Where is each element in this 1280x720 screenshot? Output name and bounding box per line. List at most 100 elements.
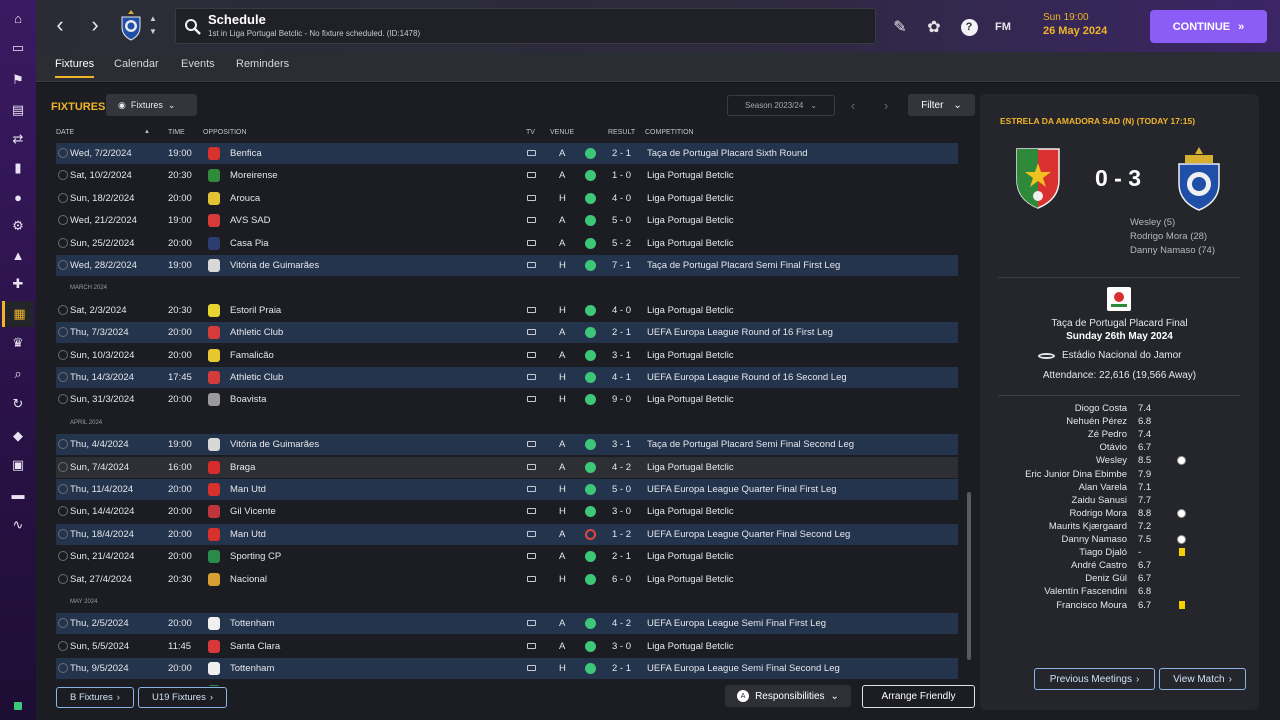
check-icon[interactable]: [58, 238, 68, 248]
player-rating-row[interactable]: Danny Namaso 7.5: [980, 534, 1259, 547]
fixture-opponent[interactable]: Arouca: [230, 193, 260, 204]
fixture-result[interactable]: 1 - 2: [612, 529, 631, 540]
fixture-row[interactable]: Sun, 7/4/2024 16:00 Braga A 4 - 2 Liga Portug…: [56, 457, 958, 478]
fixture-row[interactable]: Thu, 11/4/2024 20:00 Man Utd H 5 - 0 UEFA Eur…: [56, 479, 958, 500]
fixture-row[interactable]: Wed, 28/2/2024 19:00 Vitória de Guimarães H…: [56, 255, 958, 276]
search-icon[interactable]: ⌕: [8, 364, 28, 384]
check-icon[interactable]: [58, 439, 68, 449]
check-icon[interactable]: [58, 305, 68, 315]
continue-button[interactable]: CONTINUE »: [1150, 10, 1267, 43]
fixture-opponent[interactable]: Boavista: [230, 394, 266, 405]
player-rating-row[interactable]: Maurits Kjærgaard 7.2: [980, 521, 1259, 534]
fixture-opponent[interactable]: Tottenham: [230, 618, 274, 629]
fixture-row[interactable]: Sat, 10/2/2024 20:30 Moreirense A 1 - 0 Liga …: [56, 165, 958, 186]
competitions-icon[interactable]: ♛: [8, 333, 28, 353]
fixture-opponent[interactable]: Athletic Club: [230, 372, 283, 383]
editor-icon[interactable]: ✿: [924, 17, 944, 37]
u19-fixtures-button[interactable]: U19 Fixtures ›: [138, 687, 227, 708]
fixture-opponent[interactable]: Gil Vicente: [230, 506, 276, 517]
check-icon[interactable]: [58, 574, 68, 584]
fm-menu-button[interactable]: FM: [993, 17, 1013, 37]
fixture-opponent[interactable]: Santa Clara: [230, 641, 280, 652]
home-icon[interactable]: ⌂: [8, 8, 28, 28]
fixture-opponent[interactable]: Estoril Praia: [230, 305, 281, 316]
fixture-result[interactable]: 4 - 0: [612, 193, 631, 204]
player-rating-row[interactable]: Valentín Fascendini 6.8: [980, 586, 1259, 599]
fixture-row[interactable]: Sun, 21/4/2024 20:00 Sporting CP A 2 - 1 Liga…: [56, 546, 958, 567]
player-rating-row[interactable]: Francisco Moura 6.7: [980, 600, 1259, 613]
check-icon[interactable]: [58, 663, 68, 673]
check-icon[interactable]: [58, 372, 68, 382]
check-icon[interactable]: [58, 394, 68, 404]
fixture-result[interactable]: 3 - 0: [612, 506, 631, 517]
club-prev-icon[interactable]: ▲: [149, 14, 157, 23]
arrange-friendly-button[interactable]: Arrange Friendly: [862, 685, 975, 708]
fixture-row[interactable]: Thu, 18/4/2024 20:00 Man Utd A 1 - 2 UEFA Eur…: [56, 524, 958, 545]
check-icon[interactable]: [58, 506, 68, 516]
fixture-row[interactable]: Sat, 2/3/2024 20:30 Estoril Praia H 4 - 0 Lig…: [56, 300, 958, 321]
fixture-opponent[interactable]: Man Utd: [230, 529, 266, 540]
check-icon[interactable]: [58, 327, 68, 337]
prev-page-icon[interactable]: ‹: [840, 95, 866, 116]
transfers-icon[interactable]: ⇄: [8, 129, 28, 149]
finances-icon[interactable]: ▬: [8, 484, 28, 504]
fixture-row[interactable]: Thu, 2/5/2024 20:00 Tottenham A 4 - 2 UEFA Eu…: [56, 613, 958, 634]
check-icon[interactable]: [58, 641, 68, 651]
fixture-opponent[interactable]: Vitória de Guimarães: [230, 439, 319, 450]
player-rating-row[interactable]: Zaidu Sanusi 7.7: [980, 495, 1259, 508]
club-info-icon[interactable]: ◆: [8, 426, 28, 446]
fixture-result[interactable]: 5 - 0: [612, 484, 631, 495]
training-icon[interactable]: ⚙: [8, 216, 28, 236]
fixture-result[interactable]: 7 - 1: [612, 260, 631, 271]
fixture-opponent[interactable]: Casa Pia: [230, 238, 269, 249]
fixture-result[interactable]: 4 - 1: [612, 372, 631, 383]
fixture-row[interactable]: Sun, 25/2/2024 20:00 Casa Pia A 5 - 2 Liga Po…: [56, 233, 958, 254]
player-rating-row[interactable]: Tiago Djaló -: [980, 547, 1259, 560]
fixture-result[interactable]: 9 - 0: [612, 394, 631, 405]
player-rating-row[interactable]: Alan Varela 7.1: [980, 482, 1259, 495]
inbox-icon[interactable]: ▭: [8, 38, 28, 58]
fixture-opponent[interactable]: Athletic Club: [230, 327, 283, 338]
tab-events[interactable]: Events: [181, 58, 215, 76]
fixture-row[interactable]: Sun, 31/3/2024 20:00 Boavista H 9 - 0 Liga Po…: [56, 389, 958, 410]
header-tv[interactable]: TV: [526, 129, 535, 136]
header-venue[interactable]: VENUE: [550, 129, 574, 136]
refresh-icon[interactable]: ↻: [8, 394, 28, 414]
edit-icon[interactable]: ✎: [890, 17, 910, 37]
game-date[interactable]: Sun 19:00 26 May 2024: [1043, 12, 1107, 37]
check-icon[interactable]: [58, 529, 68, 539]
club-next-icon[interactable]: ▼: [149, 27, 157, 36]
filter-button[interactable]: Filter ⌄: [908, 94, 975, 116]
check-icon[interactable]: [58, 551, 68, 561]
staff-icon[interactable]: ▮: [8, 158, 28, 178]
forward-icon[interactable]: ›: [85, 14, 105, 36]
club-vision-icon[interactable]: ▣: [8, 455, 28, 475]
view-match-button[interactable]: View Match ›: [1159, 668, 1246, 690]
squad-icon[interactable]: ⚑: [8, 70, 28, 90]
player-rating-row[interactable]: Diogo Costa 7.4: [980, 403, 1259, 416]
fixture-row[interactable]: Sun, 5/5/2024 11:45 Santa Clara A 3 - 0 Liga …: [56, 636, 958, 657]
header-competition[interactable]: COMPETITION: [645, 129, 694, 136]
tactics-icon[interactable]: ▤: [8, 100, 28, 120]
check-icon[interactable]: [58, 618, 68, 628]
fixture-row[interactable]: Thu, 9/5/2024 20:00 Tottenham H 2 - 1 UEFA Eu…: [56, 658, 958, 679]
fixture-opponent[interactable]: Nacional: [230, 574, 267, 585]
dynamics-icon[interactable]: ●: [8, 187, 28, 207]
fixture-opponent[interactable]: Moreirense: [230, 170, 278, 181]
player-rating-row[interactable]: Zé Pedro 7.4: [980, 429, 1259, 442]
fixture-opponent[interactable]: Benfica: [230, 148, 262, 159]
fixture-opponent[interactable]: Braga: [230, 462, 255, 473]
previous-meetings-button[interactable]: Previous Meetings ›: [1034, 668, 1155, 690]
fixture-opponent[interactable]: Tottenham: [230, 663, 274, 674]
check-icon[interactable]: [58, 260, 68, 270]
tab-calendar[interactable]: Calendar: [114, 58, 159, 76]
responsibilities-button[interactable]: A Responsibilities ⌄: [725, 685, 851, 707]
fixture-result[interactable]: 3 - 0: [612, 641, 631, 652]
check-icon[interactable]: [58, 148, 68, 158]
tab-reminders[interactable]: Reminders: [236, 58, 289, 76]
medical-icon[interactable]: ✚: [8, 274, 28, 294]
page-title-box[interactable]: Schedule 1st in Liga Portugal Betclic - …: [175, 8, 876, 44]
home-team-crest-icon[interactable]: [1014, 146, 1062, 210]
fixtures-scrollbar[interactable]: [967, 492, 971, 660]
fixture-result[interactable]: 4 - 2: [612, 462, 631, 473]
